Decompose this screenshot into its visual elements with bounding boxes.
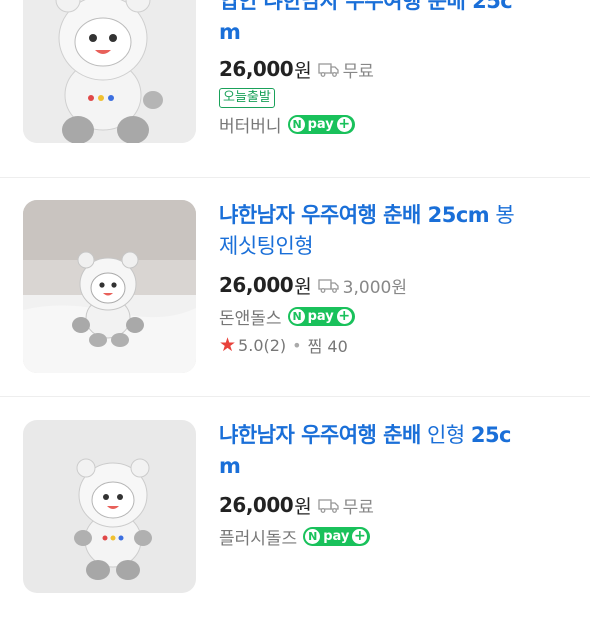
divider [0, 396, 590, 397]
title-keyword-2: 25c [470, 423, 512, 447]
price: 26,000 [219, 493, 294, 517]
npay-badge: N pay + [287, 114, 355, 134]
product-thumbnail[interactable] [23, 200, 196, 373]
product-thumbnail[interactable] [23, 420, 196, 593]
like-count: 찜 40 [307, 337, 348, 356]
shipping: 무료 [318, 493, 374, 518]
shipping-fee: 무료 [342, 497, 374, 518]
star-icon: ★ [219, 334, 237, 356]
product-card[interactable]: 냐한남자 우주여행 춘배 인형 25c m 26,000 원 무료 플러시돌즈 … [0, 420, 590, 638]
rating-row: ★ 5.0 (2) • 찜 40 [219, 332, 579, 358]
same-day-badge: 오늘출발 [219, 88, 275, 108]
price-row: 26,000 원 무료 [219, 490, 579, 520]
plus-icon: + [352, 527, 368, 544]
truck-icon [318, 278, 339, 293]
npay-n-icon: N [289, 116, 305, 132]
price: 26,000 [219, 57, 294, 81]
title-keyword: 냐한남자 우주여행 춘배 25c [263, 0, 513, 13]
npay-label: pay [323, 528, 350, 544]
npay-n-icon: N [289, 308, 305, 324]
plush-image [23, 0, 196, 143]
currency: 원 [294, 275, 312, 298]
title-plain: 봉 [489, 203, 515, 227]
price: 26,000 [219, 273, 294, 297]
product-title[interactable]: 입인 냐한남자 우주여행 춘배 25c m [219, 0, 579, 48]
title-tail: m [219, 454, 241, 478]
seller-row: 플러시돌즈 N pay + [219, 522, 579, 550]
title-keyword: 냐한남자 우주여행 춘배 [219, 423, 421, 447]
shipping-fee: 3,000원 [342, 277, 407, 298]
title-tail: 제싯팅인형 [219, 234, 314, 258]
npay-badge: N pay + [287, 306, 355, 326]
npay-badge: N pay + [303, 526, 371, 546]
currency: 원 [294, 59, 312, 82]
shipping: 3,000원 [318, 273, 407, 298]
price-row: 26,000 원 무료 [219, 54, 579, 84]
product-thumbnail[interactable] [23, 0, 196, 143]
review-count: (2) [263, 335, 287, 355]
title-prefix: 입인 [219, 0, 257, 13]
npay-n-icon: N [305, 528, 321, 544]
plus-icon: + [336, 307, 352, 324]
truck-icon [318, 62, 339, 77]
seller-name[interactable]: 플러시돌즈 [219, 524, 297, 549]
shipping: 무료 [318, 57, 374, 82]
currency: 원 [294, 495, 312, 518]
seller-row: 버터버니 N pay + [219, 110, 579, 138]
plus-icon: + [336, 115, 352, 132]
npay-label: pay [307, 116, 334, 132]
seller-name[interactable]: 버터버니 [219, 112, 282, 137]
npay-label: pay [307, 308, 334, 324]
product-title[interactable]: 냐한남자 우주여행 춘배 25cm 봉 제싯팅인형 [219, 200, 579, 262]
product-card[interactable]: 입인 냐한남자 우주여행 춘배 25c m 26,000 원 무료 오늘출발 버… [0, 0, 590, 188]
title-tail: m [219, 20, 241, 44]
rating-value: 5.0 [238, 335, 264, 355]
shipping-fee: 무료 [342, 61, 374, 82]
title-plain: 인형 [420, 423, 471, 447]
truck-icon [318, 498, 339, 513]
seller-row: 돈앤돌스 N pay + [219, 302, 579, 330]
plush-image [23, 200, 196, 373]
product-card[interactable]: 냐한남자 우주여행 춘배 25cm 봉 제싯팅인형 26,000 원 3,000… [0, 200, 590, 418]
separator-dot: • [292, 335, 302, 355]
divider [0, 177, 590, 178]
product-title[interactable]: 냐한남자 우주여행 춘배 인형 25c m [219, 420, 579, 482]
seller-name[interactable]: 돈앤돌스 [219, 304, 282, 329]
price-row: 26,000 원 3,000원 [219, 270, 579, 300]
title-keyword: 냐한남자 우주여행 춘배 25cm [219, 203, 490, 227]
plush-image [23, 420, 196, 593]
